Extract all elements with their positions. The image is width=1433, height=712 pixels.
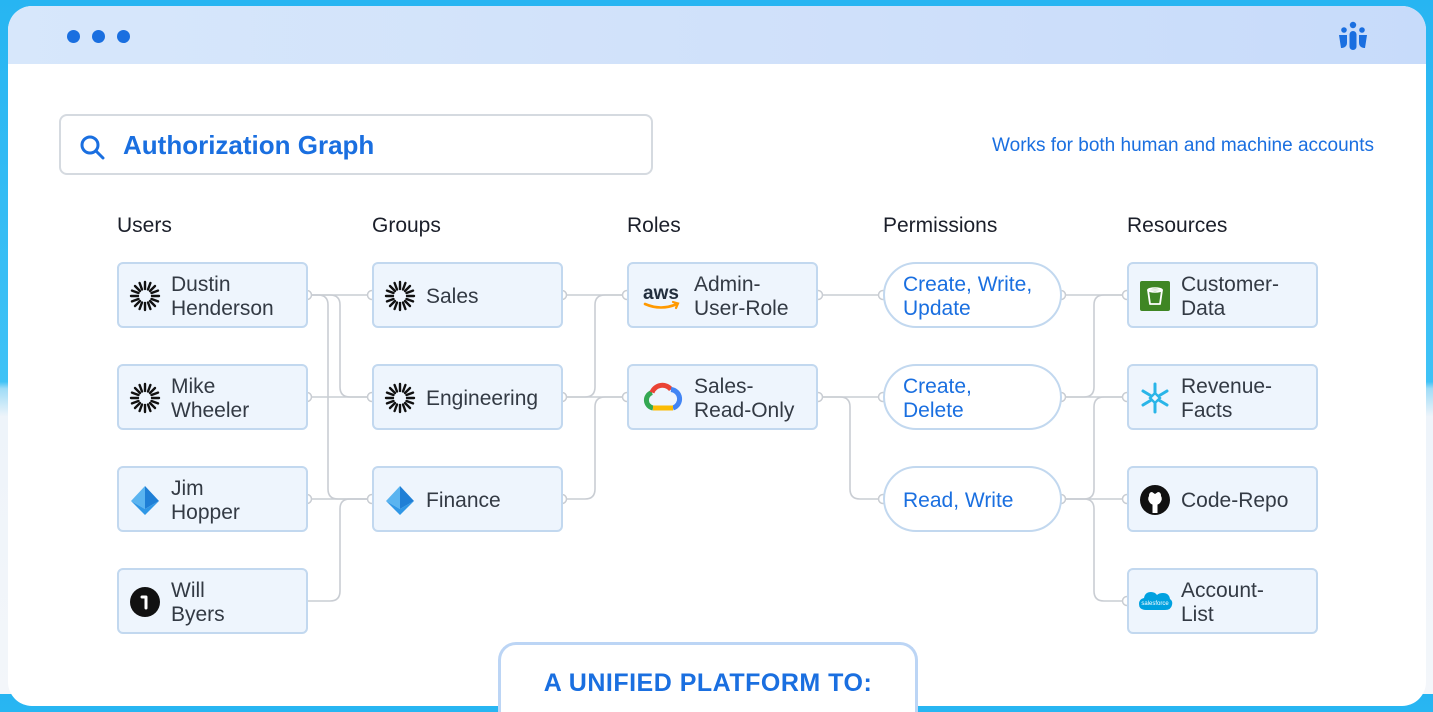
user-name-line: Hopper xyxy=(171,501,240,524)
s3-bucket-icon xyxy=(1140,281,1170,311)
group-label: Finance xyxy=(426,489,501,512)
user-node-dustin[interactable]: Dustin Henderson xyxy=(117,262,308,328)
role-node-admin-user-role[interactable]: aws Admin- User-Role xyxy=(627,262,818,328)
permission-node-read-write[interactable]: Read, Write xyxy=(883,466,1062,532)
permission-label-line: Create, Write, xyxy=(903,273,1033,296)
snowflake-icon xyxy=(1141,382,1169,414)
permission-label-line: Create, xyxy=(903,375,972,398)
group-label: Sales xyxy=(426,285,479,308)
user-name-line: Jim xyxy=(171,477,204,500)
permission-label-line: Delete xyxy=(903,399,964,422)
onelogin-icon xyxy=(130,587,160,617)
sunburst-icon xyxy=(384,382,416,414)
group-node-sales[interactable]: Sales xyxy=(372,262,563,328)
role-label-line: User-Role xyxy=(694,297,789,320)
resource-node-revenue-facts[interactable]: Revenue- Facts xyxy=(1127,364,1318,430)
role-node-sales-read-only[interactable]: Sales- Read-Only xyxy=(627,364,818,430)
group-node-finance[interactable]: Finance xyxy=(372,466,563,532)
user-name-line: Will xyxy=(171,579,205,602)
user-node-mike[interactable]: Mike Wheeler xyxy=(117,364,308,430)
edge xyxy=(1061,294,1127,398)
role-label-line: Sales- xyxy=(694,375,754,398)
resource-label-line: Data xyxy=(1181,297,1226,320)
aws-icon: aws xyxy=(643,283,680,310)
permission-node-create-delete[interactable]: Create, Delete xyxy=(883,364,1062,430)
sunburst-icon xyxy=(129,280,161,312)
user-node-will[interactable]: Will Byers xyxy=(117,568,308,634)
group-label: Engineering xyxy=(426,387,539,410)
user-name-line: Wheeler xyxy=(171,399,250,422)
role-label-line: Admin- xyxy=(694,273,761,296)
resource-label-line: Customer- xyxy=(1181,273,1280,296)
edge xyxy=(307,294,372,398)
resource-node-customer-data[interactable]: Customer- Data xyxy=(1127,262,1318,328)
user-node-jim[interactable]: Jim Hopper xyxy=(117,466,308,532)
permission-label-line: Read, Write xyxy=(903,489,1014,512)
permission-label-line: Update xyxy=(903,297,971,320)
edge xyxy=(818,396,883,500)
resource-label-line: Revenue- xyxy=(1181,375,1273,398)
resource-node-account-list[interactable]: salesforce Account- List xyxy=(1127,568,1318,634)
user-name-line: Mike xyxy=(171,375,216,398)
role-label-line: Read-Only xyxy=(694,399,795,422)
salesforce-icon: salesforce xyxy=(1139,592,1173,610)
user-name-line: Byers xyxy=(171,603,225,626)
sunburst-icon xyxy=(384,280,416,312)
resource-label-line: Facts xyxy=(1181,399,1233,422)
user-name-line: Henderson xyxy=(171,297,274,320)
salesforce-wordmark: salesforce xyxy=(1141,601,1169,607)
google-cloud-icon xyxy=(643,382,683,411)
group-node-engineering[interactable]: Engineering xyxy=(372,364,563,430)
edge xyxy=(307,498,372,602)
sunburst-icon xyxy=(129,382,161,414)
platform-banner: A UNIFIED PLATFORM TO: xyxy=(498,642,918,712)
edge xyxy=(1061,396,1127,500)
github-icon xyxy=(1140,485,1170,515)
resource-label-line: List xyxy=(1181,603,1214,626)
user-name-line: Dustin xyxy=(171,273,231,296)
edge xyxy=(562,396,627,500)
aws-wordmark: aws xyxy=(643,283,679,304)
permission-node-create-write-update[interactable]: Create, Write, Update xyxy=(883,262,1062,328)
edge xyxy=(1061,498,1127,602)
edge xyxy=(562,294,627,398)
azure-pyramid-icon xyxy=(131,486,159,515)
azure-pyramid-icon xyxy=(386,486,414,515)
resource-label-line: Account- xyxy=(1181,579,1264,602)
resource-label-line: Code-Repo xyxy=(1181,489,1289,512)
resource-node-code-repo[interactable]: Code-Repo xyxy=(1127,466,1318,532)
